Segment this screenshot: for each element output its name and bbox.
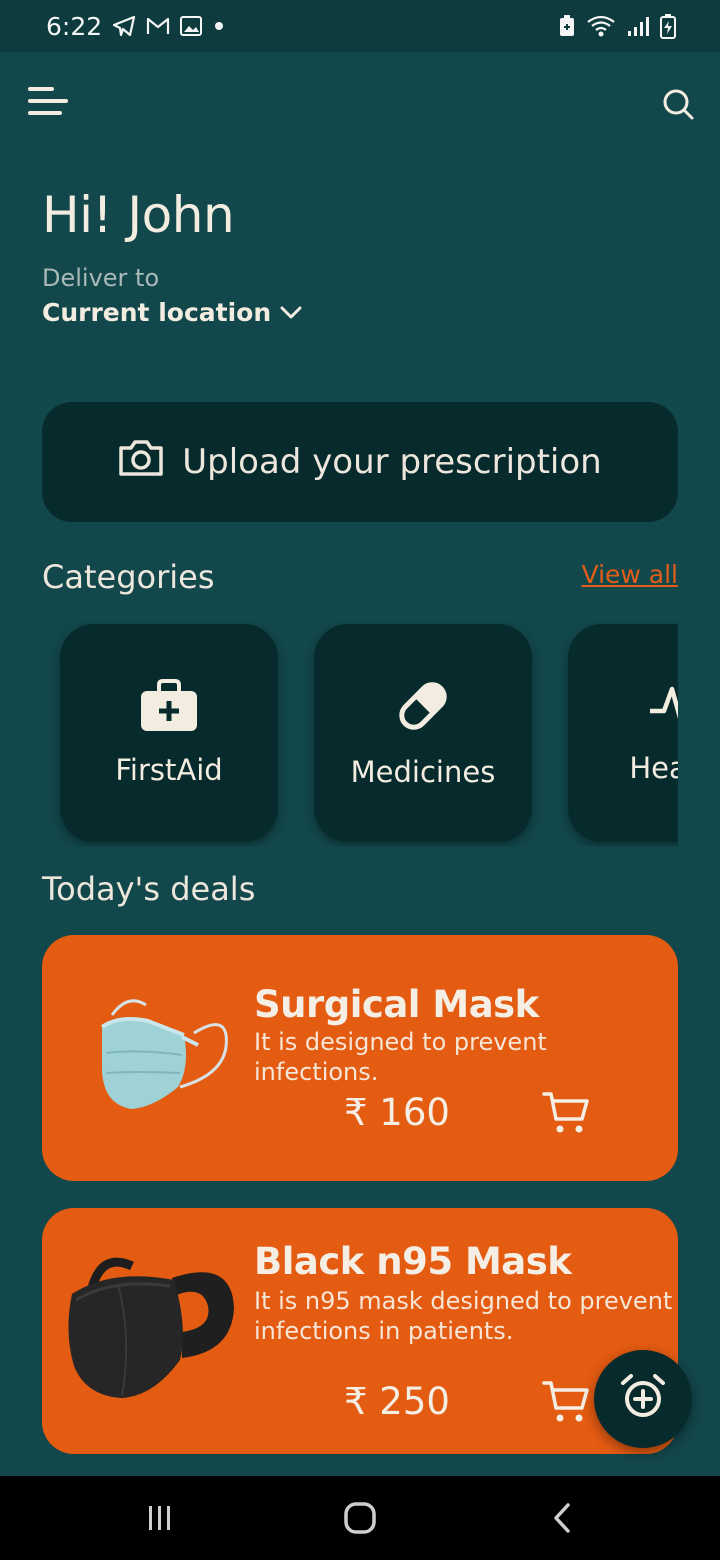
wifi-icon: [586, 14, 616, 38]
surgical-mask-image: [98, 997, 234, 1117]
top-app-bar: [0, 52, 720, 152]
cart-icon[interactable]: [542, 1380, 590, 1424]
battery-saver-icon: [558, 14, 576, 38]
menu-icon[interactable]: [26, 84, 70, 120]
home-icon[interactable]: [336, 1498, 384, 1538]
category-card-firstaid[interactable]: FirstAid: [60, 624, 278, 842]
deal-name: Black n95 Mask: [254, 1240, 572, 1283]
deal-card-black-mask[interactable]: Black n95 Mask It is n95 mask designed t…: [42, 1208, 678, 1454]
deal-name: Surgical Mask: [254, 983, 539, 1026]
view-all-link[interactable]: View all: [582, 560, 678, 589]
status-bar: 6:22: [0, 0, 720, 52]
category-label: Medicines: [350, 755, 496, 789]
signal-icon: [626, 15, 650, 37]
chevron-down-icon: [279, 298, 303, 327]
back-icon[interactable]: [538, 1498, 586, 1538]
deal-description: It is designed to prevent infections.: [254, 1028, 547, 1086]
pill-icon: [394, 677, 452, 739]
location-selector[interactable]: Current location: [42, 298, 303, 327]
add-reminder-fab[interactable]: [594, 1350, 692, 1448]
battery-charging-icon: [660, 13, 676, 39]
notification-dot-icon: [212, 19, 226, 33]
upload-prescription-button[interactable]: Upload your prescription: [42, 402, 678, 522]
category-label: FirstAid: [115, 753, 223, 787]
deal-description: It is n95 mask designed to prevent infec…: [254, 1287, 673, 1345]
first-aid-kit-icon: [139, 679, 199, 737]
search-icon[interactable]: [658, 84, 698, 124]
cart-icon[interactable]: [542, 1091, 590, 1135]
greeting-title: Hi! John: [42, 186, 235, 244]
system-nav-bar: [0, 1476, 720, 1560]
category-card-health[interactable]: Health: [568, 624, 678, 842]
telegram-icon: [112, 15, 136, 37]
gallery-icon: [180, 16, 203, 36]
camera-icon: [118, 438, 164, 487]
deal-price: ₹ 160: [344, 1091, 450, 1134]
deal-card-surgical-mask[interactable]: Surgical Mask It is designed to prevent …: [42, 935, 678, 1181]
todays-deals-title: Today's deals: [42, 870, 256, 908]
deal-price: ₹ 250: [344, 1380, 450, 1423]
deliver-to-label: Deliver to: [42, 264, 160, 292]
upload-prescription-label: Upload your prescription: [182, 442, 602, 482]
heartbeat-icon: [648, 681, 678, 735]
gmail-icon: [146, 16, 170, 36]
location-text: Current location: [42, 298, 272, 327]
categories-list: FirstAid Medicines Health: [42, 622, 678, 846]
categories-title: Categories: [42, 558, 215, 596]
category-label: Health: [629, 751, 678, 785]
alarm-add-icon: [619, 1373, 667, 1425]
category-card-medicines[interactable]: Medicines: [314, 624, 532, 842]
recent-apps-icon[interactable]: [136, 1498, 184, 1538]
black-mask-image: [62, 1248, 242, 1412]
status-time: 6:22: [46, 11, 103, 41]
